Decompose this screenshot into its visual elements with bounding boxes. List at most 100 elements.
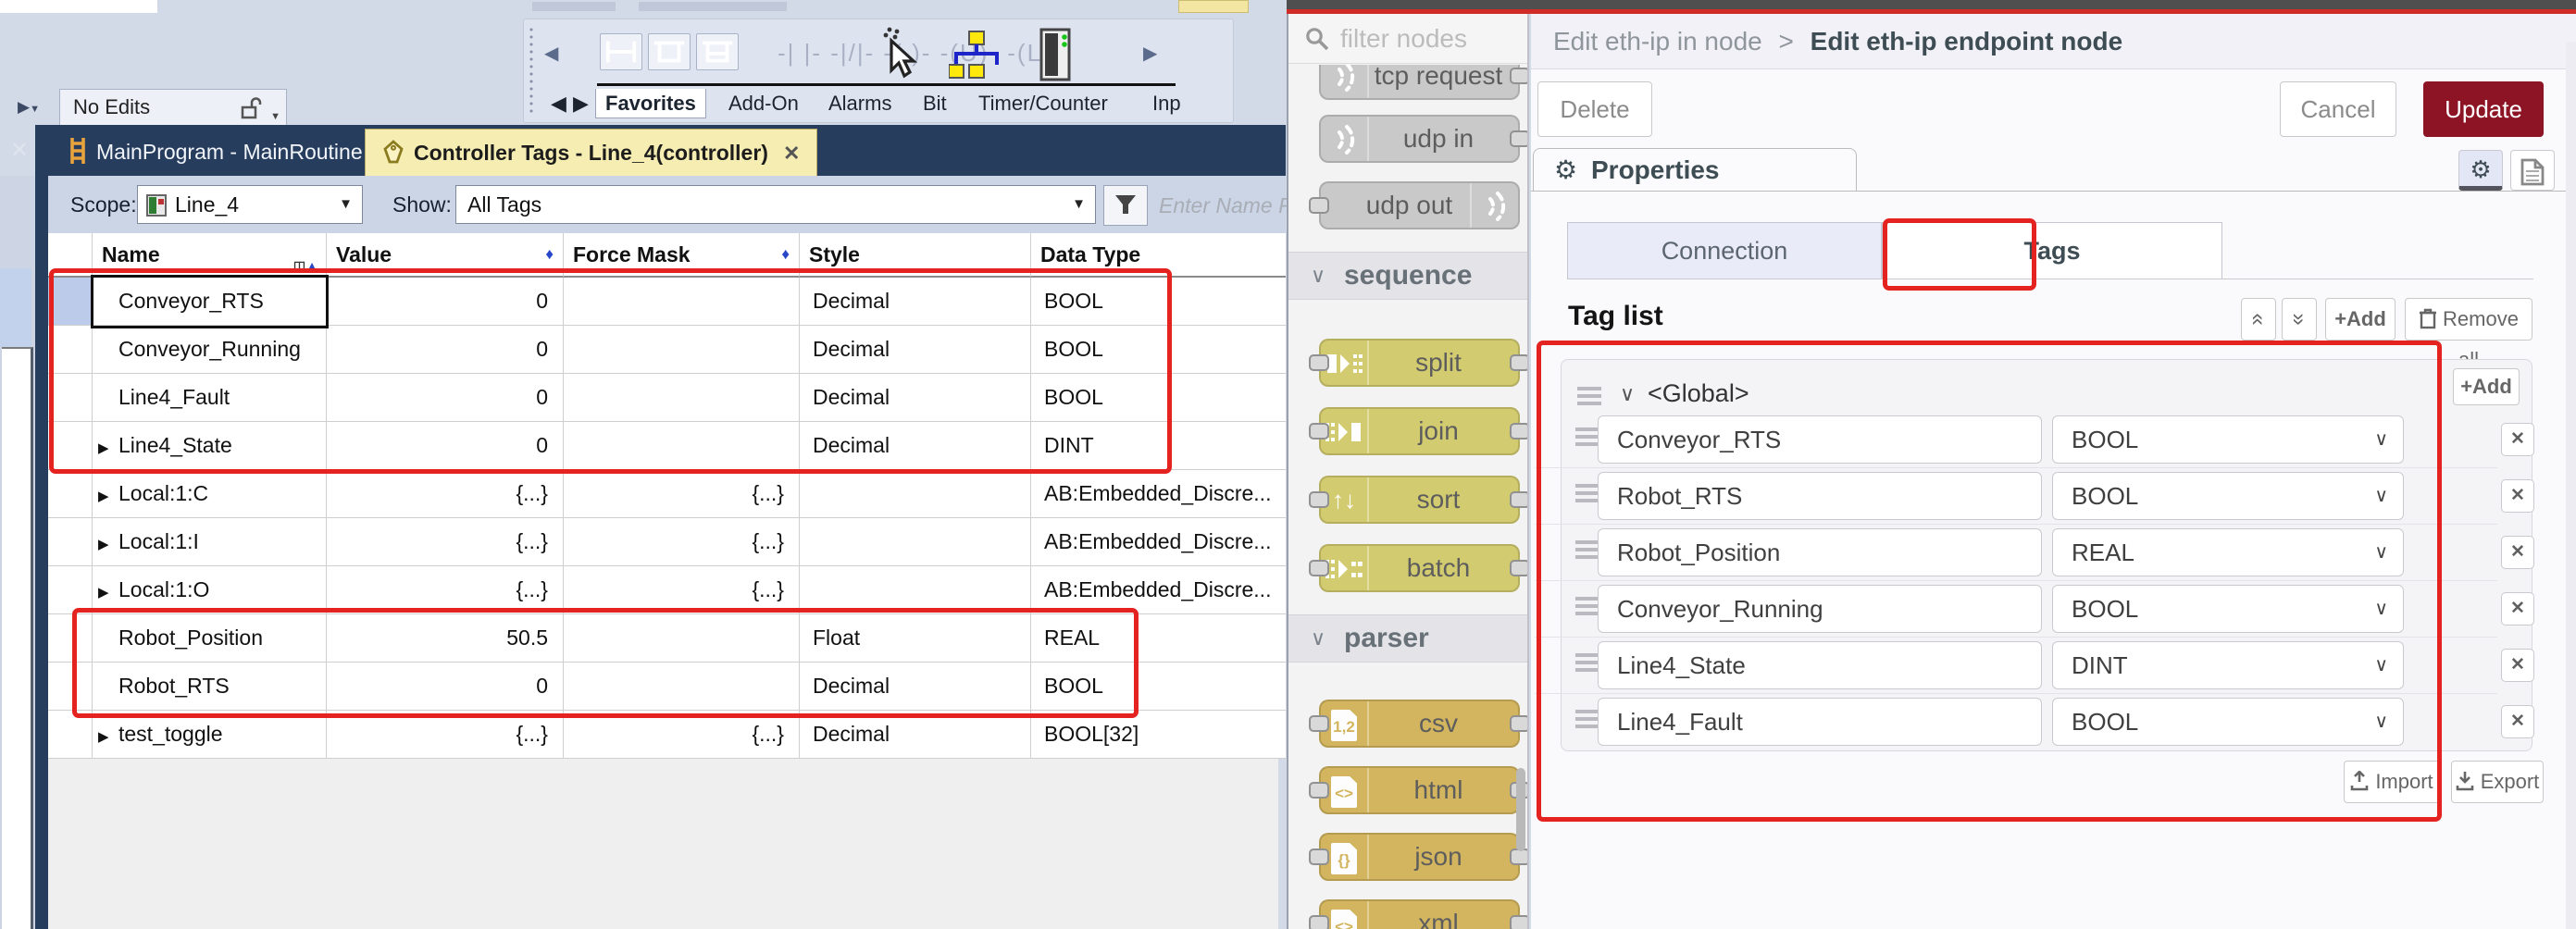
force-mask-cell[interactable]: {...} bbox=[564, 518, 800, 566]
node-output-port[interactable] bbox=[1510, 68, 1529, 84]
network-path-icon[interactable] bbox=[949, 30, 1004, 80]
palette-node-sort[interactable]: ↑↓sort bbox=[1319, 476, 1520, 524]
node-input-port[interactable] bbox=[1309, 715, 1329, 732]
palette-node-json[interactable]: {}json bbox=[1319, 833, 1520, 881]
group-add-tag-button[interactable]: +Add bbox=[2453, 368, 2520, 405]
close-tab-icon[interactable]: ✕ bbox=[783, 142, 800, 165]
scroll-right-icon[interactable]: ▶ bbox=[1143, 37, 1157, 70]
palette-category-parser[interactable]: ∨parser bbox=[1288, 614, 1527, 663]
palette-node-udp-in[interactable]: udp in bbox=[1319, 115, 1520, 163]
palette-node-csv[interactable]: 1,2csv bbox=[1319, 700, 1520, 748]
palette-search[interactable]: filter nodes bbox=[1288, 14, 1527, 64]
select-pointer-icon[interactable] bbox=[875, 26, 923, 80]
node-input-port[interactable] bbox=[1309, 354, 1329, 371]
export-button[interactable]: Export bbox=[2451, 761, 2544, 803]
remove-tag-button[interactable]: ✕ bbox=[2501, 705, 2534, 738]
rung-instruction-icon[interactable] bbox=[600, 33, 642, 70]
node-output-port[interactable] bbox=[1510, 130, 1529, 147]
update-button[interactable]: Update bbox=[2423, 81, 2544, 137]
instr-tab-addon[interactable]: Add-On bbox=[719, 89, 808, 118]
rung-state-dropdown[interactable]: ▶▼ bbox=[13, 91, 44, 124]
controller-device-icon[interactable] bbox=[1039, 28, 1071, 81]
tag-value-cell[interactable]: {...} bbox=[327, 518, 564, 566]
tab-connection[interactable]: Connection bbox=[1567, 222, 1882, 279]
show-dropdown[interactable]: All Tags ▼ bbox=[455, 185, 1096, 224]
tab-scroll-right-icon[interactable]: ▶ bbox=[564, 89, 598, 118]
node-input-port[interactable] bbox=[1309, 915, 1329, 929]
palette-category-sequence[interactable]: ∨sequence bbox=[1288, 252, 1527, 300]
tag-name-cell[interactable]: ▶Local:1:C bbox=[93, 470, 327, 518]
node-input-port[interactable] bbox=[1309, 423, 1329, 440]
style-cell[interactable] bbox=[800, 518, 1031, 566]
tray-scrollbar[interactable] bbox=[2566, 42, 2576, 929]
move-tag-up-button[interactable]: « bbox=[2241, 298, 2276, 341]
row-selector-cell[interactable] bbox=[44, 470, 93, 518]
palette-node-html[interactable]: <>html bbox=[1319, 766, 1520, 814]
node-description-button[interactable] bbox=[2510, 150, 2555, 191]
palette-node-join[interactable]: join bbox=[1319, 407, 1520, 455]
expand-row-icon[interactable]: ▶ bbox=[98, 522, 118, 566]
toolbar-highlighted-icon[interactable] bbox=[1178, 0, 1249, 13]
add-tag-button[interactable]: +Add bbox=[2325, 298, 2396, 341]
cancel-button[interactable]: Cancel bbox=[2280, 81, 2396, 137]
node-output-port[interactable] bbox=[1510, 423, 1529, 440]
edit-properties-icon-button[interactable]: ⚙ bbox=[2458, 150, 2503, 191]
download-icon bbox=[2456, 771, 2474, 791]
scope-dropdown[interactable]: Line_4 ▼ bbox=[137, 185, 363, 224]
open-padlock-icon bbox=[240, 96, 262, 120]
document-tab-main-routine[interactable]: MainProgram - MainRoutine bbox=[52, 129, 380, 176]
instr-tab-favorites[interactable]: Favorites bbox=[595, 89, 706, 118]
remove-tag-button[interactable]: ✕ bbox=[2501, 479, 2534, 513]
instr-tab-bit[interactable]: Bit bbox=[914, 89, 956, 118]
row-selector-cell[interactable] bbox=[44, 518, 93, 566]
node-input-port[interactable] bbox=[1309, 782, 1329, 799]
document-tab-controller-tags[interactable]: Controller Tags - Line_4(controller)✕ bbox=[365, 129, 817, 176]
expand-row-icon[interactable]: ▶ bbox=[98, 714, 118, 759]
name-filter-placeholder[interactable]: Enter Name Filt bbox=[1159, 185, 1307, 226]
node-input-port[interactable] bbox=[1309, 848, 1329, 865]
tag-icon bbox=[382, 140, 404, 164]
palette-node-tcp-request[interactable]: tcp request bbox=[1319, 65, 1520, 100]
remove-tag-button[interactable]: ✕ bbox=[2501, 536, 2534, 569]
node-input-port[interactable] bbox=[1309, 491, 1329, 508]
toolbar-drag-handle[interactable] bbox=[528, 26, 535, 117]
instr-tab-alarms[interactable]: Alarms bbox=[819, 89, 901, 118]
remove-tag-button[interactable]: ✕ bbox=[2501, 649, 2534, 682]
expand-row-icon[interactable]: ▶ bbox=[98, 474, 118, 518]
data-type-cell[interactable]: AB:Embedded_Discre... bbox=[1031, 470, 1286, 518]
scroll-left-icon[interactable]: ◀ bbox=[544, 37, 558, 70]
palette-scrollbar[interactable] bbox=[1516, 768, 1525, 851]
name-filter-button[interactable] bbox=[1103, 185, 1148, 226]
palette-node-split[interactable]: split bbox=[1319, 339, 1520, 387]
tab-properties[interactable]: ⚙ Properties bbox=[1533, 148, 1857, 192]
node-output-port[interactable] bbox=[1510, 915, 1529, 929]
delete-button[interactable]: Delete bbox=[1537, 81, 1652, 137]
scope-caret-icon: ▼ bbox=[339, 186, 353, 223]
node-input-port[interactable] bbox=[1309, 197, 1329, 214]
instr-tab-timercounter[interactable]: Timer/Counter bbox=[969, 89, 1117, 118]
node-output-port[interactable] bbox=[1510, 715, 1529, 732]
branch-instruction-icon[interactable] bbox=[648, 33, 691, 70]
remove-all-button[interactable]: Remove all bbox=[2405, 298, 2532, 341]
node-input-port[interactable] bbox=[1309, 560, 1329, 576]
instr-tab-input-truncated[interactable]: Inp bbox=[1143, 89, 1190, 118]
palette-node-xml[interactable]: <>xml bbox=[1319, 899, 1520, 929]
move-tag-down-button[interactable]: » bbox=[2282, 298, 2317, 341]
data-type-cell[interactable]: AB:Embedded_Discre... bbox=[1031, 518, 1286, 566]
node-output-port[interactable] bbox=[1510, 354, 1529, 371]
style-cell[interactable] bbox=[800, 470, 1031, 518]
column-header-label: Style bbox=[800, 242, 860, 266]
window-titlebar-fragment bbox=[0, 0, 157, 13]
breadcrumb-parent[interactable]: Edit eth-ip in node bbox=[1531, 27, 1762, 56]
palette-node-batch[interactable]: batch bbox=[1319, 544, 1520, 592]
panel-close-icon[interactable]: ✕ bbox=[6, 135, 33, 167]
remove-tag-button[interactable]: ✕ bbox=[2501, 592, 2534, 626]
node-output-port[interactable] bbox=[1510, 560, 1529, 576]
tag-name-cell[interactable]: ▶Local:1:I bbox=[93, 518, 327, 566]
branch-level-instruction-icon[interactable] bbox=[696, 33, 739, 70]
force-mask-cell[interactable]: {...} bbox=[564, 470, 800, 518]
node-output-port[interactable] bbox=[1510, 491, 1529, 508]
tag-value-cell[interactable]: {...} bbox=[327, 470, 564, 518]
palette-node-udp-out[interactable]: udp out bbox=[1319, 181, 1520, 229]
remove-tag-button[interactable]: ✕ bbox=[2501, 423, 2534, 456]
